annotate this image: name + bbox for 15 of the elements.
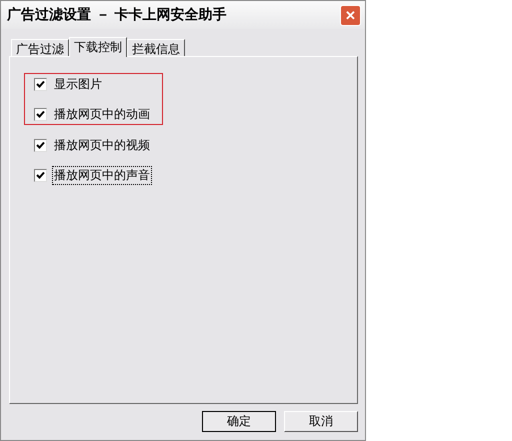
checkbox-label[interactable]: 显示图片 (52, 74, 104, 94)
tab[interactable]: 广告过滤 (11, 39, 69, 56)
checkbox-label[interactable]: 播放网页中的声音 (52, 166, 152, 184)
tab[interactable]: 下载控制 (69, 37, 127, 57)
window-title: 广告过滤设置 － 卡卡上网安全助手 (7, 6, 227, 24)
dialog-button[interactable]: 确定 (202, 411, 276, 432)
tab[interactable]: 拦截信息 (127, 39, 185, 56)
close-button[interactable]: ✕ (340, 4, 361, 26)
checkbox-label[interactable]: 播放网页中的动画 (52, 104, 152, 124)
dialog-button[interactable]: 取消 (284, 411, 358, 432)
checkbox-label[interactable]: 播放网页中的视频 (52, 136, 152, 154)
checkbox[interactable] (34, 108, 47, 120)
checkbox[interactable] (34, 138, 47, 152)
checkbox[interactable] (34, 168, 47, 182)
checkbox[interactable] (34, 78, 47, 90)
